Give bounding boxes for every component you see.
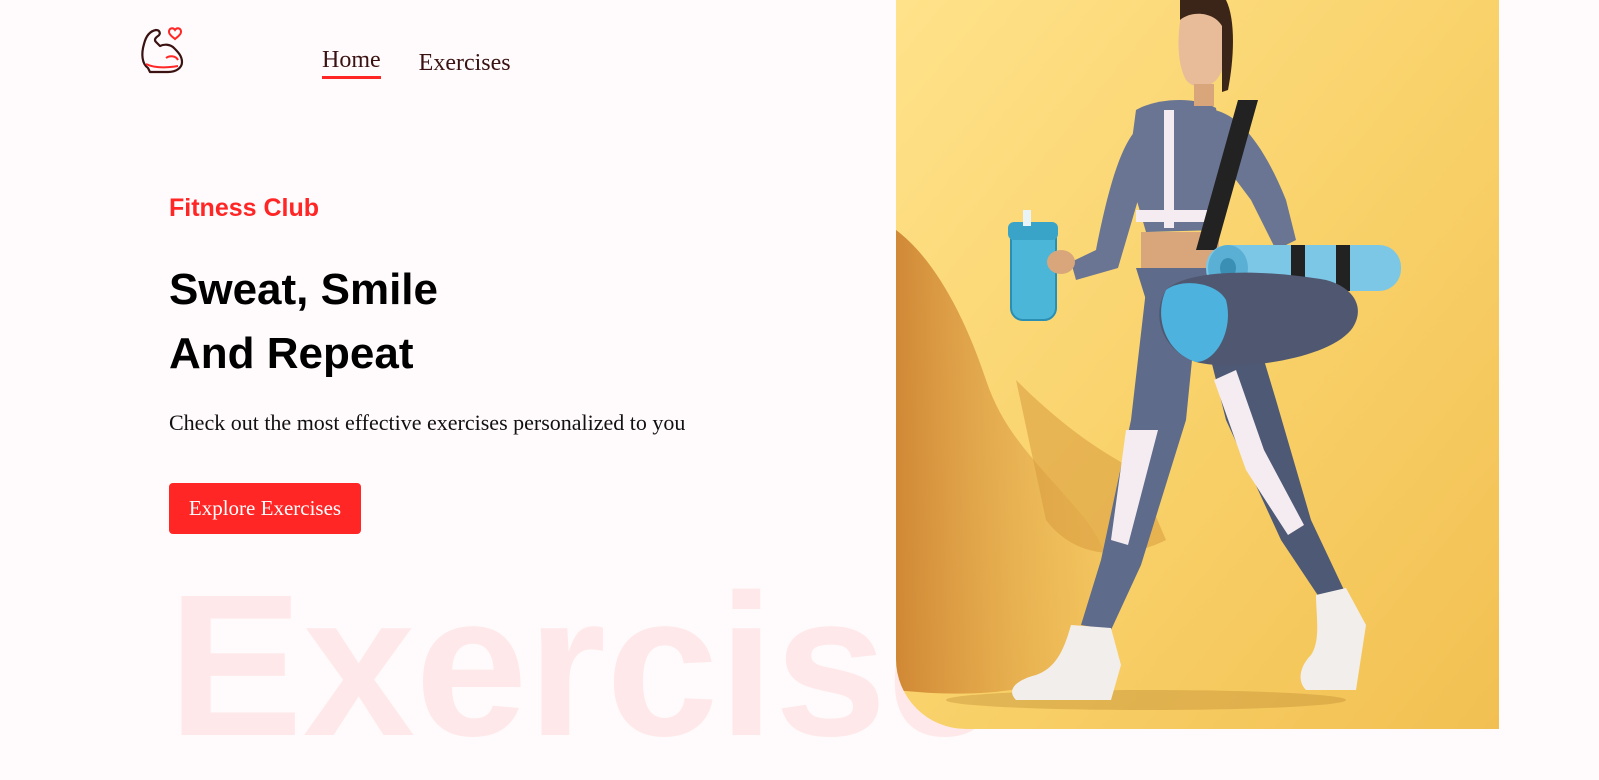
exercise-watermark: Exercise	[168, 552, 1000, 778]
hero-headline: Sweat, Smile And Repeat	[169, 258, 438, 386]
main-nav: Home Exercises	[322, 46, 511, 79]
nav-home-link[interactable]: Home	[322, 46, 381, 79]
hero-kicker: Fitness Club	[169, 194, 320, 222]
explore-exercises-button[interactable]: Explore Exercises	[169, 483, 361, 534]
hero-headline-line1: Sweat, Smile	[169, 265, 439, 314]
page: Home Exercises Exercise Fitness Club Swe…	[0, 0, 1599, 780]
hero-subtext: Check out the most effective exercises p…	[169, 410, 686, 435]
hero-banner-image	[896, 0, 1499, 729]
logo-icon[interactable]	[138, 24, 186, 74]
hero-headline-line2: And Repeat	[169, 329, 414, 378]
nav-exercises-link[interactable]: Exercises	[419, 49, 511, 77]
